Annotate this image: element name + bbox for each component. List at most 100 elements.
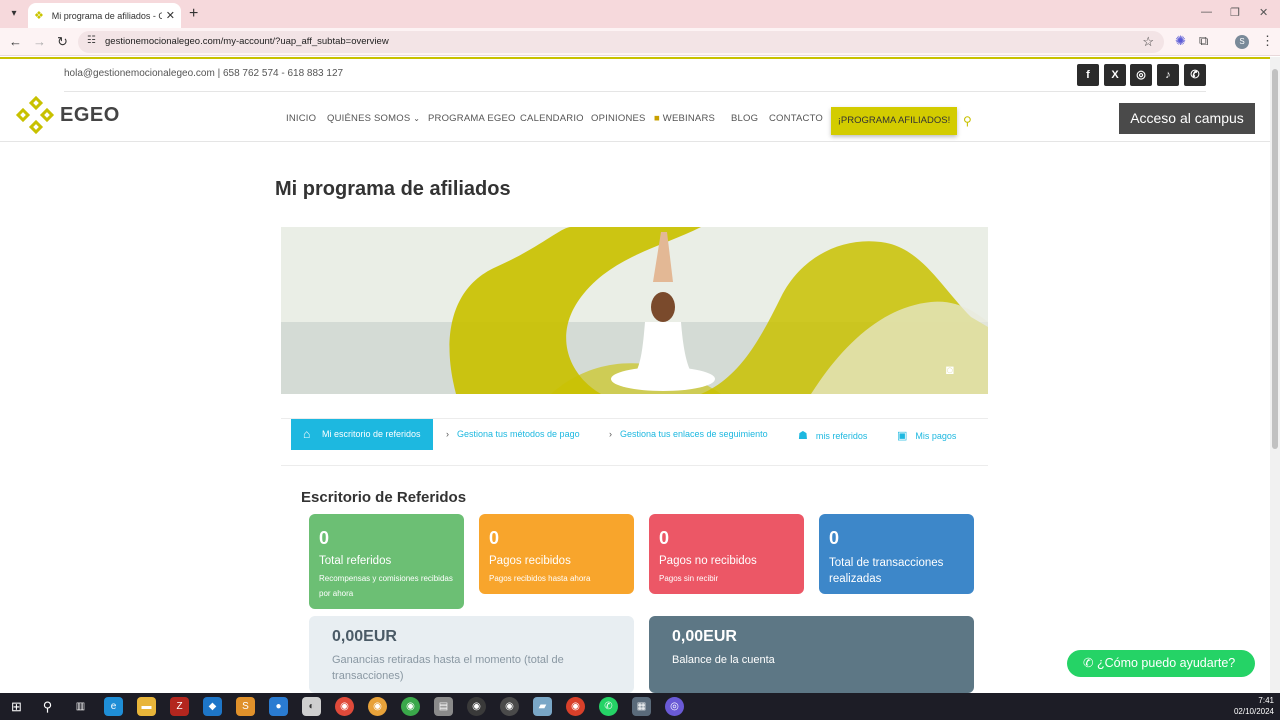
browser-menu-icon[interactable]: ⋮	[1261, 33, 1274, 49]
instagram-icon[interactable]: ◎	[1130, 64, 1152, 86]
balance-label: Balance de la cuenta	[672, 654, 775, 666]
chrome-active-icon[interactable]: ◉	[500, 697, 519, 716]
tab-mis-pagos[interactable]: ▣ Mis pagos	[897, 429, 956, 442]
search-icon[interactable]: ⚲	[38, 697, 57, 716]
back-icon[interactable]: ←	[9, 34, 22, 49]
nav-webinars[interactable]: ■ WEBINARS	[654, 113, 715, 124]
nav-calendario[interactable]: CALENDARIO	[520, 113, 584, 124]
nav-quienes-somos[interactable]: QUIÉNES SOMOS ⌄	[327, 113, 420, 124]
browser-tab[interactable]: ❖ Mi programa de afiliados - Gest ✕	[28, 3, 181, 28]
chevron-right-icon: ›	[609, 429, 612, 439]
forward-icon[interactable]: →	[33, 34, 46, 49]
stat-sub: Recompensas y comisiones recibidas por a…	[319, 574, 453, 598]
campus-access-button[interactable]: Acceso al campus	[1119, 103, 1255, 134]
whatsapp-app-icon[interactable]: ✆	[599, 697, 618, 716]
profile-avatar[interactable]: S	[1235, 35, 1249, 49]
file-explorer-icon[interactable]: ▬	[137, 697, 156, 716]
page-scrollbar[interactable]	[1270, 57, 1280, 693]
sublime-icon[interactable]: S	[236, 697, 255, 716]
tab-enlaces-seguimiento[interactable]: › Gestiona tus enlaces de seguimiento	[609, 429, 768, 439]
restore-icon[interactable]: ❐	[1230, 6, 1240, 19]
page-title: Mi programa de afiliados	[275, 178, 511, 200]
minimize-icon[interactable]: —	[1201, 6, 1212, 18]
close-tab-icon[interactable]: ✕	[166, 9, 175, 22]
whatsapp-chat-button[interactable]: ✆ ¿Cómo puedo ayudarte?	[1067, 650, 1255, 677]
tab-mis-referidos-label: mis referidos	[815, 431, 868, 441]
nav-programa-egeo[interactable]: PROGRAMA EGEO	[428, 113, 516, 124]
stat-label: Total de transacciones realizadas	[829, 557, 944, 585]
chevron-right-icon: ›	[446, 429, 449, 439]
balance-amount: 0,00EUR	[672, 628, 737, 645]
chrome-profile-icon[interactable]: ◉	[467, 697, 486, 716]
balance-card-ganancias: 0,00EUR Ganancias retiradas hasta el mom…	[309, 616, 634, 693]
nav-blog[interactable]: BLOG	[731, 113, 758, 124]
tabs-bottom-divider	[281, 465, 988, 466]
balance-label: Ganancias retiradas hasta el momento (to…	[332, 654, 564, 682]
tab-metodos-pago[interactable]: › Gestiona tus métodos de pago	[446, 429, 580, 439]
x-twitter-icon[interactable]: X	[1104, 64, 1126, 86]
new-tab-icon[interactable]: +	[189, 5, 198, 23]
vscode-icon[interactable]: ◆	[203, 697, 222, 716]
camera-icon: ◙	[946, 362, 954, 377]
whatsapp-social-icon[interactable]: ✆	[1184, 64, 1206, 86]
app-icon[interactable]: ●	[269, 697, 288, 716]
tab-enlaces-seguimiento-label: Gestiona tus enlaces de seguimiento	[620, 429, 768, 439]
brand-accent-line	[0, 57, 1270, 59]
chrome-profile-icon[interactable]: ◉	[566, 697, 585, 716]
stat-value: 0	[829, 528, 840, 548]
chrome-profile-icon[interactable]: ◉	[368, 697, 387, 716]
stat-card-total-referidos: 0 Total referidos Recompensas y comision…	[309, 514, 464, 609]
bookmark-star-icon[interactable]: ☆	[1142, 34, 1154, 50]
filezilla-icon[interactable]: Z	[170, 697, 189, 716]
address-bar[interactable]: ☷ gestionemocionalegeo.com/my-account/?u…	[78, 31, 1164, 53]
windows-start-icon[interactable]: ⊞	[7, 697, 26, 716]
whatsapp-chat-label: ¿Cómo puedo ayudarte?	[1096, 656, 1236, 670]
app-icon[interactable]: ▰	[533, 697, 552, 716]
app-icon[interactable]: ◎	[665, 697, 684, 716]
close-window-icon[interactable]: ✕	[1259, 6, 1268, 19]
site-info-icon[interactable]: ☷	[87, 35, 96, 46]
app-icon[interactable]: ◐	[302, 697, 321, 716]
url-text: gestionemocionalegeo.com/my-account/?uap…	[105, 36, 389, 47]
stat-sub: Pagos sin recibir	[659, 574, 719, 583]
chrome-profile-icon[interactable]: ◉	[401, 697, 420, 716]
tab-mi-escritorio[interactable]: ⌂ Mi escritorio de referidos	[291, 419, 433, 450]
home-icon: ⌂	[303, 427, 311, 441]
app-icon[interactable]: ▤	[434, 697, 453, 716]
chrome-icon[interactable]: ◉	[335, 697, 354, 716]
clock-time: 7:41	[1258, 696, 1274, 705]
whatsapp-icon: ✆	[1083, 656, 1094, 670]
dashboard-title: Escritorio de Referidos	[301, 489, 467, 506]
contact-info: hola@gestionemocionalegeo.com | 658 762 …	[64, 68, 344, 79]
system-clock[interactable]: 7:41 02/10/2024	[1230, 695, 1274, 717]
browser-toolbar: ← → ↻ ☷ gestionemocionalegeo.com/my-acco…	[0, 28, 1280, 56]
nav-inicio[interactable]: INICIO	[286, 113, 316, 124]
nav-opiniones[interactable]: OPINIONES	[591, 113, 646, 124]
tab-search-icon[interactable]: ▾	[6, 6, 22, 22]
scrollbar-thumb[interactable]	[1272, 69, 1278, 449]
extension-icon[interactable]: ✺	[1175, 33, 1186, 49]
afiliados-cta-button[interactable]: ¡PROGRAMA AFILIADOS!	[831, 107, 957, 135]
divider	[64, 91, 1206, 92]
tab-mis-referidos[interactable]: ☗ mis referidos	[798, 429, 867, 442]
money-icon: ▣	[897, 430, 908, 442]
nav-webinars-label: WEBINARS	[662, 113, 716, 124]
facebook-icon[interactable]: f	[1077, 64, 1099, 86]
nav-contacto[interactable]: CONTACTO	[769, 113, 823, 124]
users-icon: ☗	[798, 430, 808, 442]
clock-date: 02/10/2024	[1233, 707, 1274, 716]
reload-icon[interactable]: ↻	[57, 34, 68, 50]
header-divider	[0, 141, 1270, 142]
egeo-logo-icon[interactable]	[15, 95, 55, 135]
logo-text[interactable]: EGEO	[60, 104, 120, 127]
tiktok-icon[interactable]: ♪	[1157, 64, 1179, 86]
search-icon[interactable]: ⚲	[963, 114, 972, 128]
nav-quienes-somos-label: QUIÉNES SOMOS	[327, 113, 411, 124]
extensions-puzzle-icon[interactable]: ⧉	[1199, 33, 1208, 49]
windows-taskbar: ⊞ ⚲ ▥ e ▬ Z ◆ S ● ◐ ◉ ◉ ◉ ▤ ◉ ◉ ▰ ◉ ✆ ▦ …	[0, 693, 1280, 720]
edge-icon[interactable]: e	[104, 697, 123, 716]
calculator-icon[interactable]: ▦	[632, 697, 651, 716]
stat-value: 0	[659, 528, 670, 548]
task-view-icon[interactable]: ▥	[71, 697, 90, 716]
balance-card-cuenta: 0,00EUR Balance de la cuenta	[649, 616, 974, 693]
